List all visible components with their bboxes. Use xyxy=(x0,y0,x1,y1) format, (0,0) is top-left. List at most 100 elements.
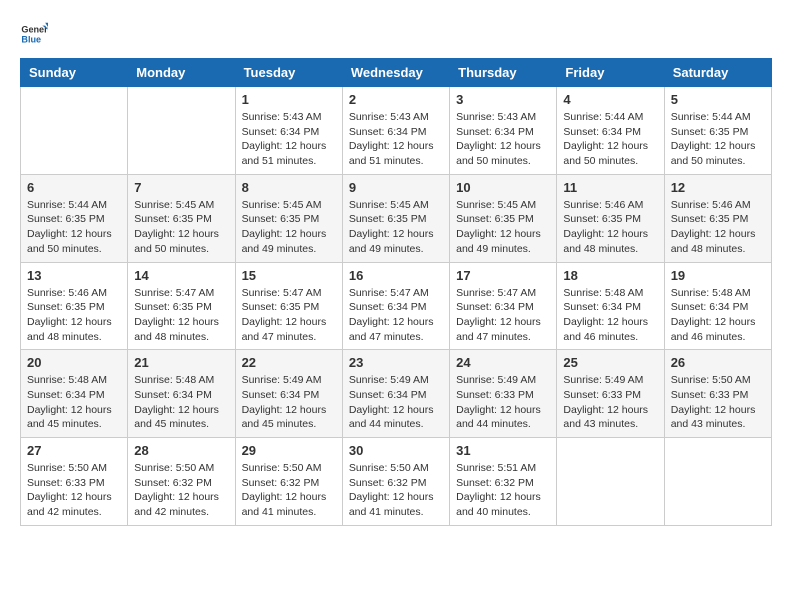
calendar-cell: 16Sunrise: 5:47 AM Sunset: 6:34 PM Dayli… xyxy=(342,262,449,350)
calendar-cell: 13 Sunrise: 5:46 AM Sunset: 6:35 PM Dayli… xyxy=(21,262,128,350)
day-info: Sunrise: 5:43 AM Sunset: 6:34 PM Dayligh… xyxy=(242,110,336,169)
calendar-cell: 22 Sunrise: 5:49 AM Sunset: 6:34 PM Dayli… xyxy=(235,350,342,438)
day-number: 1 xyxy=(242,92,336,107)
day-info: Sunrise: 5:50 AM Sunset: 6:33 PM Dayligh… xyxy=(671,373,765,432)
day-number: 4 xyxy=(563,92,657,107)
day-info: Sunrise: 5:43 AM Sunset: 6:34 PM Dayligh… xyxy=(349,110,443,169)
calendar-cell: 15 Sunrise: 5:47 AM Sunset: 6:35 PM Dayli… xyxy=(235,262,342,350)
calendar-week-row: 1 Sunrise: 5:43 AM Sunset: 6:34 PM Daylig… xyxy=(21,87,772,175)
day-info: Sunrise: 5:45 AM Sunset: 6:35 PM Dayligh… xyxy=(134,198,228,257)
calendar-cell: 20Sunrise: 5:48 AM Sunset: 6:34 PM Dayli… xyxy=(21,350,128,438)
day-number: 30 xyxy=(349,443,443,458)
day-number: 31 xyxy=(456,443,550,458)
day-header-saturday: Saturday xyxy=(664,59,771,87)
day-number: 14 xyxy=(134,268,228,283)
day-number: 3 xyxy=(456,92,550,107)
day-number: 6 xyxy=(27,180,121,195)
day-number: 28 xyxy=(134,443,228,458)
calendar-cell: 31 Sunrise: 5:51 AM Sunset: 6:32 PM Dayli… xyxy=(450,438,557,526)
calendar-cell: 3Sunrise: 5:43 AM Sunset: 6:34 PM Daylig… xyxy=(450,87,557,175)
day-info: Sunrise: 5:47 AM Sunset: 6:34 PM Dayligh… xyxy=(349,286,443,345)
day-number: 18 xyxy=(563,268,657,283)
day-number: 25 xyxy=(563,355,657,370)
day-info: Sunrise: 5:49 AM Sunset: 6:34 PM Dayligh… xyxy=(242,373,336,432)
calendar-cell: 25 Sunrise: 5:49 AM Sunset: 6:33 PM Dayli… xyxy=(557,350,664,438)
calendar-cell: 8Sunrise: 5:45 AM Sunset: 6:35 PM Daylig… xyxy=(235,174,342,262)
day-number: 20 xyxy=(27,355,121,370)
calendar-cell: 11Sunrise: 5:46 AM Sunset: 6:35 PM Dayli… xyxy=(557,174,664,262)
calendar-cell: 23 Sunrise: 5:49 AM Sunset: 6:34 PM Dayli… xyxy=(342,350,449,438)
day-number: 15 xyxy=(242,268,336,283)
calendar-cell: 21 Sunrise: 5:48 AM Sunset: 6:34 PM Dayli… xyxy=(128,350,235,438)
day-info: Sunrise: 5:44 AM Sunset: 6:34 PM Dayligh… xyxy=(563,110,657,169)
day-info: Sunrise: 5:49 AM Sunset: 6:34 PM Dayligh… xyxy=(349,373,443,432)
calendar-cell: 5 Sunrise: 5:44 AM Sunset: 6:35 PM Daylig… xyxy=(664,87,771,175)
calendar-cell: 29 Sunrise: 5:50 AM Sunset: 6:32 PM Dayli… xyxy=(235,438,342,526)
day-info: Sunrise: 5:45 AM Sunset: 6:35 PM Dayligh… xyxy=(456,198,550,257)
calendar-week-row: 6Sunrise: 5:44 AM Sunset: 6:35 PM Daylig… xyxy=(21,174,772,262)
day-info: Sunrise: 5:51 AM Sunset: 6:32 PM Dayligh… xyxy=(456,461,550,520)
day-info: Sunrise: 5:47 AM Sunset: 6:35 PM Dayligh… xyxy=(242,286,336,345)
calendar-header-row: SundayMondayTuesdayWednesdayThursdayFrid… xyxy=(21,59,772,87)
calendar-cell: 19 Sunrise: 5:48 AM Sunset: 6:34 PM Dayli… xyxy=(664,262,771,350)
day-info: Sunrise: 5:50 AM Sunset: 6:32 PM Dayligh… xyxy=(242,461,336,520)
day-info: Sunrise: 5:47 AM Sunset: 6:35 PM Dayligh… xyxy=(134,286,228,345)
calendar-cell: 2 Sunrise: 5:43 AM Sunset: 6:34 PM Daylig… xyxy=(342,87,449,175)
day-info: Sunrise: 5:47 AM Sunset: 6:34 PM Dayligh… xyxy=(456,286,550,345)
day-info: Sunrise: 5:50 AM Sunset: 6:33 PM Dayligh… xyxy=(27,461,121,520)
day-info: Sunrise: 5:48 AM Sunset: 6:34 PM Dayligh… xyxy=(134,373,228,432)
calendar-cell: 10 Sunrise: 5:45 AM Sunset: 6:35 PM Dayli… xyxy=(450,174,557,262)
calendar-cell: 17 Sunrise: 5:47 AM Sunset: 6:34 PM Dayli… xyxy=(450,262,557,350)
calendar-week-row: 27 Sunrise: 5:50 AM Sunset: 6:33 PM Dayli… xyxy=(21,438,772,526)
calendar-cell xyxy=(21,87,128,175)
day-header-monday: Monday xyxy=(128,59,235,87)
calendar-cell xyxy=(557,438,664,526)
svg-text:Blue: Blue xyxy=(21,34,41,44)
day-info: Sunrise: 5:46 AM Sunset: 6:35 PM Dayligh… xyxy=(671,198,765,257)
day-number: 7 xyxy=(134,180,228,195)
day-info: Sunrise: 5:46 AM Sunset: 6:35 PM Dayligh… xyxy=(27,286,121,345)
calendar-cell: 27 Sunrise: 5:50 AM Sunset: 6:33 PM Dayli… xyxy=(21,438,128,526)
calendar-cell xyxy=(664,438,771,526)
day-info: Sunrise: 5:48 AM Sunset: 6:34 PM Dayligh… xyxy=(563,286,657,345)
day-number: 13 xyxy=(27,268,121,283)
calendar-cell: 12 Sunrise: 5:46 AM Sunset: 6:35 PM Dayli… xyxy=(664,174,771,262)
day-info: Sunrise: 5:50 AM Sunset: 6:32 PM Dayligh… xyxy=(134,461,228,520)
calendar-cell: 30 Sunrise: 5:50 AM Sunset: 6:32 PM Dayli… xyxy=(342,438,449,526)
calendar-week-row: 20 Sunrise: 5:48 AM Sunset: 6:34 PM Dayli… xyxy=(21,350,772,438)
day-info: Sunrise: 5:50 AM Sunset: 6:32 PM Dayligh… xyxy=(349,461,443,520)
logo-icon: General Blue xyxy=(20,20,48,48)
day-info: Sunrise: 5:44 AM Sunset: 6:35 PM Dayligh… xyxy=(671,110,765,169)
calendar-cell: 7 Sunrise: 5:45 AM Sunset: 6:35 PM Daylig… xyxy=(128,174,235,262)
day-number: 24 xyxy=(456,355,550,370)
day-number: 19 xyxy=(671,268,765,283)
day-number: 22 xyxy=(242,355,336,370)
page-header: General Blue xyxy=(20,20,772,48)
day-info: Sunrise: 5:45 AM Sunset: 6:35 PM Dayligh… xyxy=(242,198,336,257)
day-header-tuesday: Tuesday xyxy=(235,59,342,87)
day-number: 27 xyxy=(27,443,121,458)
day-number: 10 xyxy=(456,180,550,195)
day-info: Sunrise: 5:48 AM Sunset: 6:34 PM Dayligh… xyxy=(671,286,765,345)
day-number: 21 xyxy=(134,355,228,370)
calendar-cell: 6Sunrise: 5:44 AM Sunset: 6:35 PM Daylig… xyxy=(21,174,128,262)
day-number: 17 xyxy=(456,268,550,283)
calendar-week-row: 13 Sunrise: 5:46 AM Sunset: 6:35 PM Dayli… xyxy=(21,262,772,350)
day-header-sunday: Sunday xyxy=(21,59,128,87)
day-number: 2 xyxy=(349,92,443,107)
day-number: 29 xyxy=(242,443,336,458)
calendar-cell: 4 Sunrise: 5:44 AM Sunset: 6:34 PM Daylig… xyxy=(557,87,664,175)
logo: General Blue xyxy=(20,20,48,48)
day-number: 26 xyxy=(671,355,765,370)
calendar-cell: 24 Sunrise: 5:49 AM Sunset: 6:33 PM Dayli… xyxy=(450,350,557,438)
day-header-wednesday: Wednesday xyxy=(342,59,449,87)
day-number: 12 xyxy=(671,180,765,195)
calendar-cell: 1 Sunrise: 5:43 AM Sunset: 6:34 PM Daylig… xyxy=(235,87,342,175)
calendar-cell xyxy=(128,87,235,175)
day-info: Sunrise: 5:46 AM Sunset: 6:35 PM Dayligh… xyxy=(563,198,657,257)
day-number: 5 xyxy=(671,92,765,107)
day-info: Sunrise: 5:49 AM Sunset: 6:33 PM Dayligh… xyxy=(456,373,550,432)
day-number: 9 xyxy=(349,180,443,195)
day-number: 23 xyxy=(349,355,443,370)
day-info: Sunrise: 5:49 AM Sunset: 6:33 PM Dayligh… xyxy=(563,373,657,432)
